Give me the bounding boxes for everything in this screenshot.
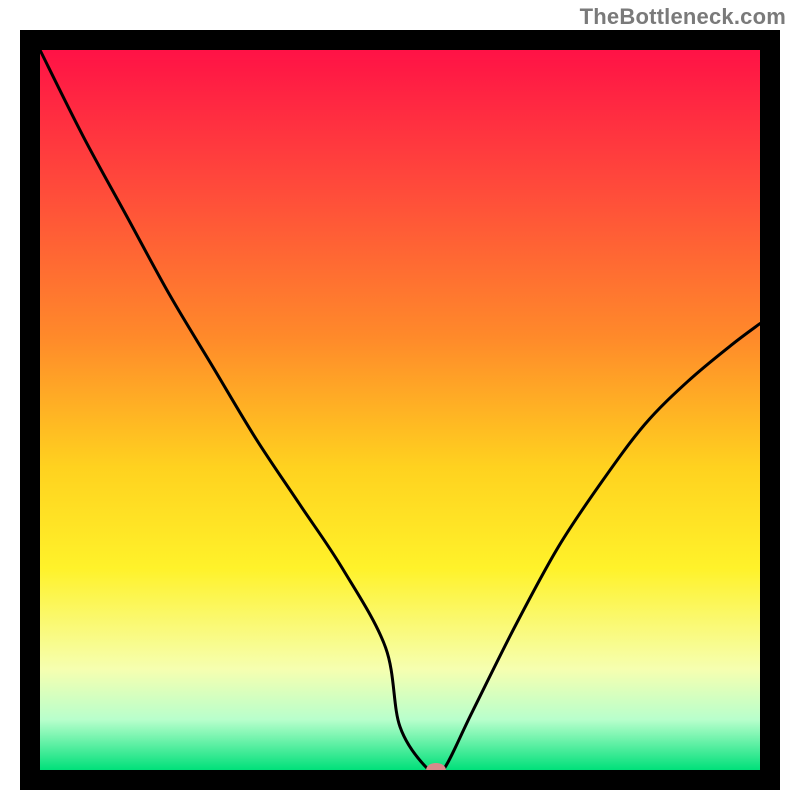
gradient-background (40, 50, 760, 770)
plot-svg (20, 30, 780, 790)
bottleneck-chart: TheBottleneck.com (0, 0, 800, 800)
branding-label: TheBottleneck.com (580, 4, 786, 30)
